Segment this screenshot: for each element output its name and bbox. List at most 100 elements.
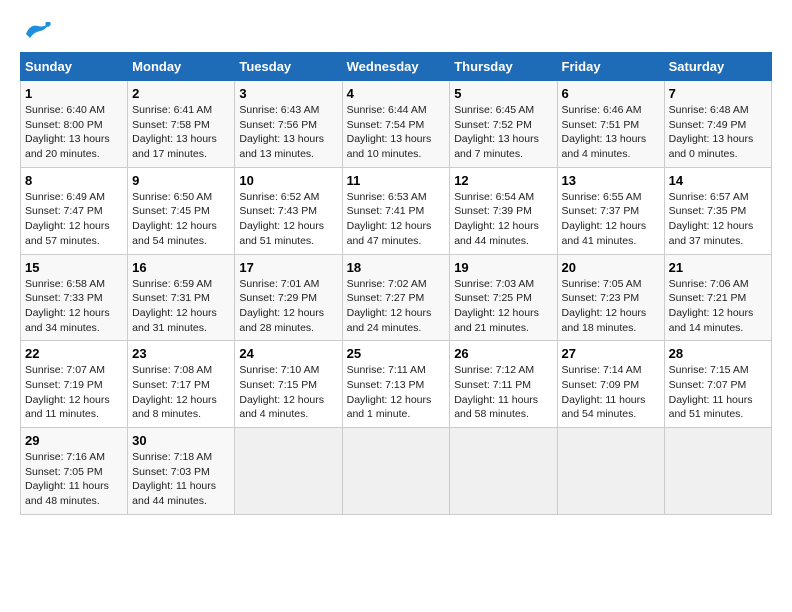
day-info: Sunrise: 7:11 AMSunset: 7:13 PMDaylight:… xyxy=(347,363,446,422)
calendar-header-row: SundayMondayTuesdayWednesdayThursdayFrid… xyxy=(21,53,772,81)
calendar-cell: 10 Sunrise: 6:52 AMSunset: 7:43 PMDayligh… xyxy=(235,167,342,254)
calendar-cell: 20Sunrise: 7:05 AMSunset: 7:23 PMDayligh… xyxy=(557,254,664,341)
calendar-week-0: 1 Sunrise: 6:40 AMSunset: 8:00 PMDaylight… xyxy=(21,81,772,168)
day-info: Sunrise: 6:40 AMSunset: 8:00 PMDaylight:… xyxy=(25,103,123,162)
day-number: 23 xyxy=(132,346,230,361)
day-info: Sunrise: 7:15 AMSunset: 7:07 PMDaylight:… xyxy=(669,363,767,422)
calendar-week-3: 22 Sunrise: 7:07 AMSunset: 7:19 PMDayligh… xyxy=(21,341,772,428)
day-info: Sunrise: 6:41 AMSunset: 7:58 PMDaylight:… xyxy=(132,103,230,162)
day-info: Sunrise: 6:53 AMSunset: 7:41 PMDaylight:… xyxy=(347,190,446,249)
day-header-monday: Monday xyxy=(128,53,235,81)
day-info: Sunrise: 7:06 AMSunset: 7:21 PMDaylight:… xyxy=(669,277,767,336)
page-header xyxy=(20,20,772,42)
calendar-cell: 17Sunrise: 7:01 AMSunset: 7:29 PMDayligh… xyxy=(235,254,342,341)
day-number: 28 xyxy=(669,346,767,361)
day-number: 29 xyxy=(25,433,123,448)
day-info: Sunrise: 6:50 AMSunset: 7:45 PMDaylight:… xyxy=(132,190,230,249)
day-info: Sunrise: 6:58 AMSunset: 7:33 PMDaylight:… xyxy=(25,277,123,336)
day-number: 30 xyxy=(132,433,230,448)
calendar-cell xyxy=(450,428,557,515)
day-info: Sunrise: 6:59 AMSunset: 7:31 PMDaylight:… xyxy=(132,277,230,336)
calendar-cell: 6 Sunrise: 6:46 AMSunset: 7:51 PMDaylight… xyxy=(557,81,664,168)
calendar-cell: 9 Sunrise: 6:50 AMSunset: 7:45 PMDaylight… xyxy=(128,167,235,254)
day-number: 24 xyxy=(239,346,337,361)
calendar-week-1: 8 Sunrise: 6:49 AMSunset: 7:47 PMDaylight… xyxy=(21,167,772,254)
day-number: 17 xyxy=(239,260,337,275)
day-number: 1 xyxy=(25,86,123,101)
day-number: 6 xyxy=(562,86,660,101)
day-number: 4 xyxy=(347,86,446,101)
day-number: 27 xyxy=(562,346,660,361)
day-number: 16 xyxy=(132,260,230,275)
calendar-cell: 19 Sunrise: 7:03 AMSunset: 7:25 PMDayligh… xyxy=(450,254,557,341)
calendar-cell: 29 Sunrise: 7:16 AMSunset: 7:05 PMDayligh… xyxy=(21,428,128,515)
day-number: 21 xyxy=(669,260,767,275)
day-header-saturday: Saturday xyxy=(664,53,771,81)
calendar-table: SundayMondayTuesdayWednesdayThursdayFrid… xyxy=(20,52,772,515)
day-number: 8 xyxy=(25,173,123,188)
calendar-cell: 21 Sunrise: 7:06 AMSunset: 7:21 PMDayligh… xyxy=(664,254,771,341)
calendar-cell: 3 Sunrise: 6:43 AMSunset: 7:56 PMDaylight… xyxy=(235,81,342,168)
calendar-cell: 4 Sunrise: 6:44 AMSunset: 7:54 PMDaylight… xyxy=(342,81,450,168)
day-number: 20 xyxy=(562,260,660,275)
calendar-cell: 15 Sunrise: 6:58 AMSunset: 7:33 PMDayligh… xyxy=(21,254,128,341)
calendar-cell: 28 Sunrise: 7:15 AMSunset: 7:07 PMDayligh… xyxy=(664,341,771,428)
day-info: Sunrise: 6:46 AMSunset: 7:51 PMDaylight:… xyxy=(562,103,660,162)
day-number: 2 xyxy=(132,86,230,101)
day-info: Sunrise: 7:02 AMSunset: 7:27 PMDaylight:… xyxy=(347,277,446,336)
day-number: 3 xyxy=(239,86,337,101)
calendar-cell: 14 Sunrise: 6:57 AMSunset: 7:35 PMDayligh… xyxy=(664,167,771,254)
day-info: Sunrise: 7:08 AMSunset: 7:17 PMDaylight:… xyxy=(132,363,230,422)
calendar-cell xyxy=(557,428,664,515)
logo xyxy=(20,20,54,42)
day-info: Sunrise: 6:43 AMSunset: 7:56 PMDaylight:… xyxy=(239,103,337,162)
day-number: 22 xyxy=(25,346,123,361)
day-number: 26 xyxy=(454,346,552,361)
day-header-wednesday: Wednesday xyxy=(342,53,450,81)
calendar-cell: 24 Sunrise: 7:10 AMSunset: 7:15 PMDayligh… xyxy=(235,341,342,428)
day-number: 19 xyxy=(454,260,552,275)
day-number: 10 xyxy=(239,173,337,188)
day-info: Sunrise: 6:44 AMSunset: 7:54 PMDaylight:… xyxy=(347,103,446,162)
calendar-cell: 11Sunrise: 6:53 AMSunset: 7:41 PMDayligh… xyxy=(342,167,450,254)
calendar-cell: 12 Sunrise: 6:54 AMSunset: 7:39 PMDayligh… xyxy=(450,167,557,254)
day-info: Sunrise: 6:54 AMSunset: 7:39 PMDaylight:… xyxy=(454,190,552,249)
day-header-tuesday: Tuesday xyxy=(235,53,342,81)
calendar-cell: 1 Sunrise: 6:40 AMSunset: 8:00 PMDaylight… xyxy=(21,81,128,168)
day-info: Sunrise: 6:49 AMSunset: 7:47 PMDaylight:… xyxy=(25,190,123,249)
calendar-cell: 5 Sunrise: 6:45 AMSunset: 7:52 PMDaylight… xyxy=(450,81,557,168)
day-number: 5 xyxy=(454,86,552,101)
day-number: 15 xyxy=(25,260,123,275)
day-number: 18 xyxy=(347,260,446,275)
day-header-thursday: Thursday xyxy=(450,53,557,81)
day-number: 13 xyxy=(562,173,660,188)
day-header-sunday: Sunday xyxy=(21,53,128,81)
day-info: Sunrise: 7:16 AMSunset: 7:05 PMDaylight:… xyxy=(25,450,123,509)
calendar-cell: 7Sunrise: 6:48 AMSunset: 7:49 PMDaylight… xyxy=(664,81,771,168)
calendar-cell xyxy=(342,428,450,515)
day-info: Sunrise: 7:14 AMSunset: 7:09 PMDaylight:… xyxy=(562,363,660,422)
calendar-cell xyxy=(235,428,342,515)
day-info: Sunrise: 7:10 AMSunset: 7:15 PMDaylight:… xyxy=(239,363,337,422)
day-info: Sunrise: 6:45 AMSunset: 7:52 PMDaylight:… xyxy=(454,103,552,162)
day-info: Sunrise: 7:07 AMSunset: 7:19 PMDaylight:… xyxy=(25,363,123,422)
calendar-cell: 23 Sunrise: 7:08 AMSunset: 7:17 PMDayligh… xyxy=(128,341,235,428)
day-info: Sunrise: 7:12 AMSunset: 7:11 PMDaylight:… xyxy=(454,363,552,422)
day-info: Sunrise: 7:03 AMSunset: 7:25 PMDaylight:… xyxy=(454,277,552,336)
day-info: Sunrise: 6:55 AMSunset: 7:37 PMDaylight:… xyxy=(562,190,660,249)
calendar-cell: 18 Sunrise: 7:02 AMSunset: 7:27 PMDayligh… xyxy=(342,254,450,341)
calendar-cell: 30 Sunrise: 7:18 AMSunset: 7:03 PMDayligh… xyxy=(128,428,235,515)
day-number: 9 xyxy=(132,173,230,188)
day-info: Sunrise: 6:52 AMSunset: 7:43 PMDaylight:… xyxy=(239,190,337,249)
day-info: Sunrise: 7:18 AMSunset: 7:03 PMDaylight:… xyxy=(132,450,230,509)
calendar-cell: 27 Sunrise: 7:14 AMSunset: 7:09 PMDayligh… xyxy=(557,341,664,428)
calendar-cell: 22 Sunrise: 7:07 AMSunset: 7:19 PMDayligh… xyxy=(21,341,128,428)
calendar-cell: 2 Sunrise: 6:41 AMSunset: 7:58 PMDaylight… xyxy=(128,81,235,168)
day-info: Sunrise: 6:57 AMSunset: 7:35 PMDaylight:… xyxy=(669,190,767,249)
day-number: 12 xyxy=(454,173,552,188)
day-number: 25 xyxy=(347,346,446,361)
calendar-cell: 16 Sunrise: 6:59 AMSunset: 7:31 PMDayligh… xyxy=(128,254,235,341)
calendar-cell: 25 Sunrise: 7:11 AMSunset: 7:13 PMDayligh… xyxy=(342,341,450,428)
calendar-week-2: 15 Sunrise: 6:58 AMSunset: 7:33 PMDayligh… xyxy=(21,254,772,341)
day-number: 14 xyxy=(669,173,767,188)
